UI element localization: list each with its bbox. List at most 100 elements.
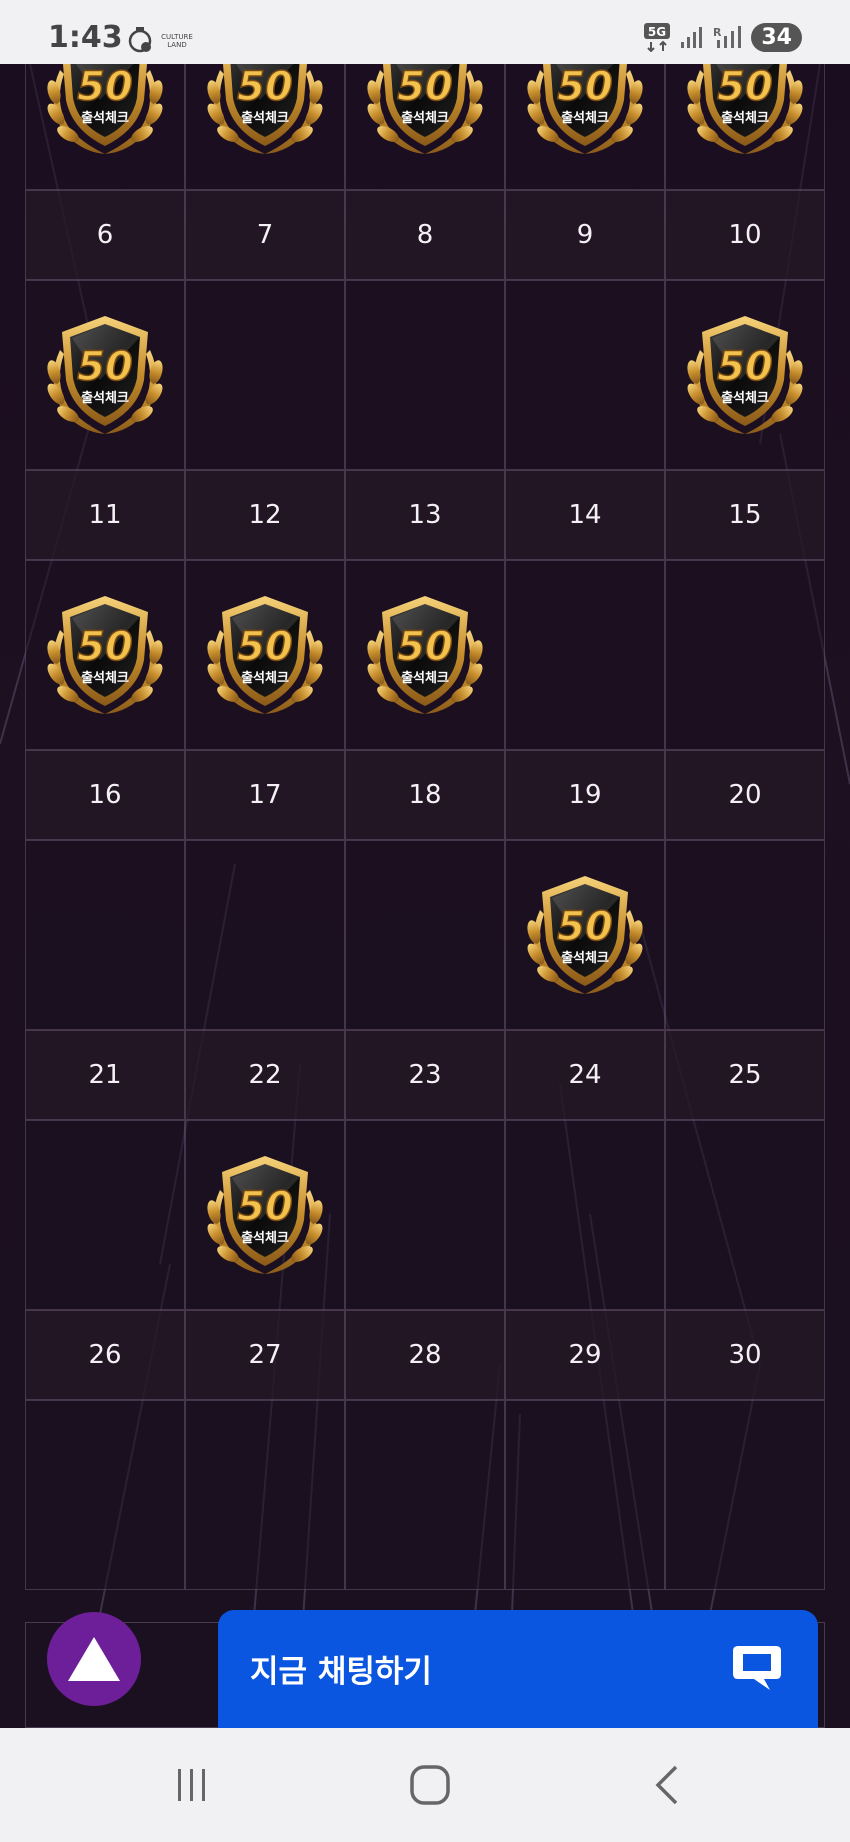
5g-icon: 5G [644, 23, 671, 52]
culture-land-label: CULTURE LAND [161, 33, 193, 49]
attendance-badge-icon: 50출석체크 [527, 876, 643, 994]
calendar-day-number: 21 [25, 1030, 185, 1120]
attendance-badge-icon: 50출석체크 [47, 64, 163, 154]
calendar-day-number: 12 [185, 470, 345, 560]
attendance-badge-icon: 50출석체크 [367, 596, 483, 714]
recent-apps-button[interactable] [162, 1760, 222, 1810]
badge-label: 출석체크 [241, 1230, 289, 1246]
badge-number: 50 [77, 64, 133, 110]
calendar-day-number: 25 [665, 1030, 825, 1120]
badge-label: 출석체크 [81, 390, 129, 406]
scroll-to-top-button[interactable] [47, 1612, 141, 1706]
calendar-day-number: 24 [505, 1030, 665, 1120]
attendance-calendar-view[interactable]: 50 출석체크 50 출석체크 50 출석체크 50 출석체크 50 출석체크 … [0, 64, 850, 1728]
attendance-badge-icon: 50출석체크 [687, 64, 803, 154]
badge-number: 50 [717, 344, 773, 390]
chat-button-label: 지금 채팅하기 [250, 1654, 432, 1690]
badge-label: 출석체크 [561, 110, 609, 126]
svg-text:R: R [713, 26, 722, 39]
calendar-day-number: 11 [25, 470, 185, 560]
calendar-day-number: 8 [345, 190, 505, 280]
badge-label: 출석체크 [81, 110, 129, 126]
system-nav-bar [0, 1728, 850, 1842]
calendar-day-image-cell [25, 1400, 185, 1590]
home-button[interactable] [400, 1760, 460, 1810]
badge-label: 출석체크 [241, 110, 289, 126]
culture-land-icon [128, 27, 152, 53]
calendar-day-number: 16 [25, 750, 185, 840]
attendance-badge-icon: 50출석체크 [207, 1156, 323, 1274]
calendar-day-number: 19 [505, 750, 665, 840]
calendar-day-image-cell [345, 1400, 505, 1590]
recent-apps-icon [178, 1769, 205, 1801]
calendar-day-number: 9 [505, 190, 665, 280]
back-icon [655, 1765, 678, 1805]
calendar-day-number: 23 [345, 1030, 505, 1120]
calendar-day-image-cell: 50 출석체크 [25, 280, 185, 470]
chat-bubble-icon [733, 1646, 781, 1690]
badge-number: 50 [77, 344, 133, 390]
calendar-day-image-cell [665, 840, 825, 1030]
badge-number: 50 [77, 624, 133, 670]
calendar-day-number: 30 [665, 1310, 825, 1400]
svg-text:5G: 5G [648, 25, 666, 39]
calendar-day-image-cell [345, 280, 505, 470]
badge-number: 50 [397, 64, 453, 110]
badge-number: 50 [237, 64, 293, 110]
attendance-badge-icon: 50출석체크 [687, 316, 803, 434]
calendar-day-image-cell: 50 출석체크 [345, 560, 505, 750]
calendar-day-number: 10 [665, 190, 825, 280]
calendar-day-number: 26 [25, 1310, 185, 1400]
battery-indicator: 34 [751, 22, 802, 52]
calendar-day-image-cell [505, 560, 665, 750]
calendar-day-number: 22 [185, 1030, 345, 1120]
calendar-day-image-cell [185, 280, 345, 470]
attendance-badge-icon: 50출석체크 [47, 596, 163, 714]
badge-number: 50 [397, 624, 453, 670]
calendar-day-image-cell [185, 1400, 345, 1590]
calendar-day-number: 20 [665, 750, 825, 840]
calendar-day-image-cell: 50 출석체크 [185, 1120, 345, 1310]
calendar-day-image-cell: 50 출석체크 [345, 64, 505, 190]
back-button[interactable] [638, 1760, 698, 1810]
signal-r-icon: R [713, 26, 742, 48]
badge-number: 50 [237, 1184, 293, 1230]
calendar-day-number: 28 [345, 1310, 505, 1400]
calendar-day-image-cell: 50 출석체크 [185, 64, 345, 190]
calendar-day-image-cell [185, 840, 345, 1030]
calendar-day-image-cell: 50 출석체크 [665, 64, 825, 190]
calendar-day-image-cell: 50 출석체크 [25, 64, 185, 190]
calendar-day-image-cell: 50 출석체크 [185, 560, 345, 750]
calendar-day-image-cell [505, 1120, 665, 1310]
home-icon [410, 1765, 450, 1805]
calendar-day-number: 18 [345, 750, 505, 840]
live-chat-button[interactable]: 지금 채팅하기 [218, 1610, 818, 1728]
badge-label: 출석체크 [81, 670, 129, 686]
badge-label: 출석체크 [401, 110, 449, 126]
calendar-day-image-cell: 50 출석체크 [665, 280, 825, 470]
calendar-day-image-cell [25, 1120, 185, 1310]
calendar-day-image-cell [665, 1120, 825, 1310]
calendar-day-image-cell [505, 280, 665, 470]
calendar-day-number: 27 [185, 1310, 345, 1400]
calendar-day-number: 6 [25, 190, 185, 280]
calendar-day-image-cell: 50 출석체크 [505, 840, 665, 1030]
calendar-day-number: 17 [185, 750, 345, 840]
badge-label: 출석체크 [721, 390, 769, 406]
attendance-badge-icon: 50출석체크 [367, 64, 483, 154]
attendance-badge-icon: 50출석체크 [527, 64, 643, 154]
calendar-day-number: 13 [345, 470, 505, 560]
calendar-day-image-cell [505, 1400, 665, 1590]
triangle-up-icon [68, 1637, 120, 1681]
status-bar: 1:43 CULTURE LAND 5G R 34 [0, 0, 850, 64]
calendar-day-image-cell [25, 840, 185, 1030]
calendar-day-number: 15 [665, 470, 825, 560]
calendar-day-image-cell [665, 1400, 825, 1590]
calendar-day-number: 14 [505, 470, 665, 560]
attendance-badge-icon: 50출석체크 [47, 316, 163, 434]
badge-number: 50 [557, 904, 613, 950]
clock: 1:43 [48, 20, 123, 55]
calendar-day-number: 7 [185, 190, 345, 280]
calendar-day-image-cell [345, 840, 505, 1030]
badge-label: 출석체크 [401, 670, 449, 686]
